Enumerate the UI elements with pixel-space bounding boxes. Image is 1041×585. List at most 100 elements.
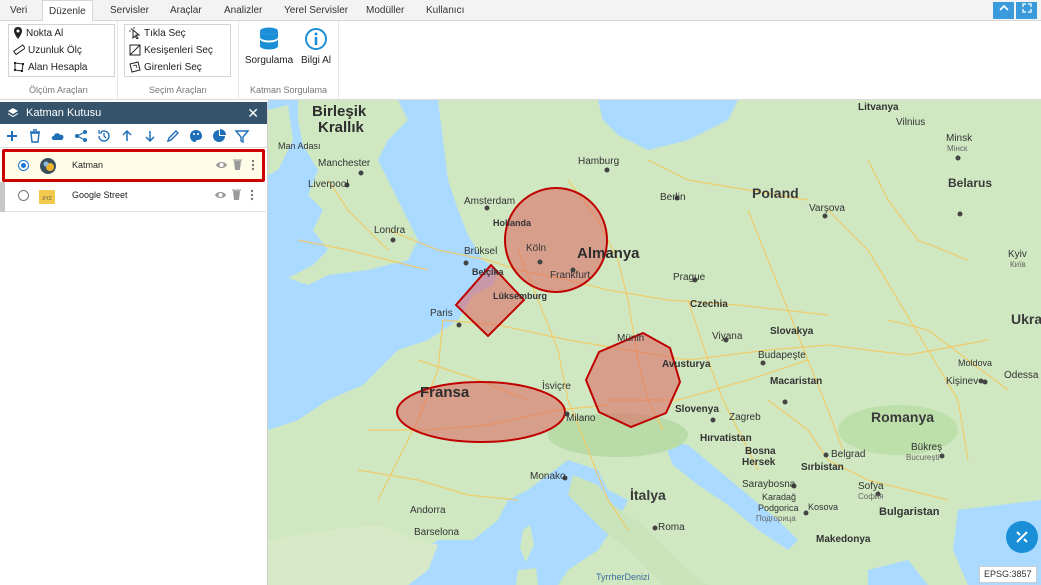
layer-name-katman: Katman: [72, 160, 104, 170]
label-krallik: Krallık: [318, 119, 364, 136]
label-belarus: Belarus: [948, 176, 993, 190]
tab-kullanici[interactable]: Kullanıcı: [420, 0, 470, 21]
filter-icon[interactable]: [234, 128, 250, 144]
xyz-tile-icon: XYZ: [39, 190, 55, 204]
label-andorra: Andorra: [410, 505, 446, 516]
sardinia-land: [516, 568, 538, 585]
layer-radio-katman[interactable]: [18, 160, 29, 171]
measure-tools-box: Nokta Al Uzunluk Ölç Alan Hesapla: [8, 24, 115, 77]
menu-bar: Veri Düzenle Servisler Araçlar Analizler…: [0, 0, 1041, 22]
tab-araclar[interactable]: Araçlar: [164, 0, 208, 21]
info-icon: [305, 28, 327, 50]
within-select-label: Girenleri Seç: [144, 62, 202, 73]
trash-icon[interactable]: [231, 188, 242, 201]
layer-toolbar: [0, 124, 267, 148]
tab-moduller[interactable]: Modüller: [360, 0, 410, 21]
trash-icon[interactable]: [232, 158, 243, 171]
label-roma: Roma: [658, 522, 685, 533]
label-budapeste: Budapeşte: [758, 350, 806, 361]
within-select-icon: [129, 61, 141, 73]
history-icon[interactable]: [96, 128, 112, 144]
label-munih: Münih: [617, 333, 645, 344]
label-sofia-cyrillic: София: [858, 492, 884, 501]
pie-chart-icon[interactable]: [211, 128, 227, 144]
layer-box-header: Katman Kutusu ✕: [0, 102, 267, 124]
layer-row-google-street[interactable]: XYZ Google Street: [0, 182, 266, 212]
tab-servisler[interactable]: Servisler: [104, 0, 155, 21]
label-hersek: Hersek: [742, 457, 776, 468]
layer-row-handle: [0, 182, 5, 212]
eye-icon[interactable]: [214, 189, 227, 201]
select-tools-box: Tıkla Seç Kesişenleri Seç Girenleri Seç: [124, 24, 231, 77]
label-macaristan: Macaristan: [770, 376, 823, 387]
label-viyana: Viyana: [712, 331, 743, 342]
close-icon[interactable]: ✕: [247, 102, 259, 124]
more-vertical-icon[interactable]: [250, 189, 254, 201]
label-fransa: Fransa: [420, 384, 470, 401]
label-minsk: Minsk: [946, 133, 973, 144]
intersect-select-button[interactable]: Kesişenleri Seç: [129, 43, 213, 59]
arrow-down-icon[interactable]: [142, 128, 158, 144]
area-tool-button[interactable]: Alan Hesapla: [13, 60, 87, 76]
label-varsova: Varşova: [809, 203, 845, 214]
tab-veri[interactable]: Veri: [4, 0, 33, 21]
label-prague: Prague: [673, 272, 706, 283]
label-isvicre: İsviçre: [542, 381, 571, 392]
label-koln: Köln: [526, 243, 547, 254]
query-button-label: Sorgulama: [244, 55, 294, 66]
tab-yerel-servisler[interactable]: Yerel Servisler: [278, 0, 354, 21]
click-select-button[interactable]: Tıkla Seç: [129, 26, 186, 42]
cloud-upload-icon[interactable]: [50, 128, 66, 144]
layer-name-google-street: Google Street: [72, 190, 128, 200]
tools-fab-button[interactable]: [1006, 521, 1038, 553]
add-layer-icon[interactable]: [4, 128, 20, 144]
label-hamburg: Hamburg: [578, 156, 620, 167]
point-tool-button[interactable]: Nokta Al: [13, 26, 63, 42]
corsica-land: [520, 525, 534, 562]
within-select-button[interactable]: Girenleri Seç: [129, 60, 202, 76]
label-minsk-cyrillic: Мінск: [947, 144, 968, 153]
label-zagreb: Zagreb: [729, 412, 761, 423]
select-tools-group: Tıkla Seç Kesişenleri Seç Girenleri Seç …: [118, 21, 239, 100]
label-belgrad: Belgrad: [831, 449, 866, 460]
measure-tools-label: Ölçüm Araçları: [28, 85, 88, 95]
length-tool-button[interactable]: Uzunluk Ölç: [13, 43, 82, 59]
label-luksemburg: Lüksemburg: [493, 291, 548, 301]
fullscreen-button[interactable]: [1016, 2, 1037, 19]
label-podgorica: Podgorica: [758, 503, 799, 513]
collapse-ribbon-button[interactable]: [993, 2, 1014, 19]
eye-icon[interactable]: [215, 159, 228, 171]
label-berlin: Berlin: [660, 192, 686, 203]
projection-badge: EPSG:3857: [979, 566, 1037, 583]
tab-duzenle[interactable]: Düzenle: [42, 0, 93, 22]
tab-analizler[interactable]: Analizler: [218, 0, 268, 21]
label-poland: Poland: [752, 185, 799, 201]
query-button[interactable]: Sorgulama: [243, 27, 295, 66]
layer-radio-google-street[interactable]: [18, 190, 29, 201]
label-almanya: Almanya: [577, 245, 640, 262]
label-odessa: Odessa: [1004, 370, 1039, 381]
label-kyiv-cyrillic: Київ: [1010, 260, 1026, 269]
more-vertical-icon[interactable]: [251, 159, 255, 171]
delete-layer-icon[interactable]: [27, 128, 43, 144]
palette-icon[interactable]: [188, 128, 204, 144]
ireland-land: [268, 105, 293, 175]
label-milano: Milano: [566, 413, 596, 424]
click-select-label: Tıkla Seç: [144, 28, 186, 39]
label-manchester: Manchester: [318, 158, 371, 169]
vector-layer-icon: [40, 158, 56, 174]
arrow-up-icon[interactable]: [119, 128, 135, 144]
label-ukrayna: Ukra: [1011, 311, 1041, 327]
share-icon[interactable]: [73, 128, 89, 144]
pencil-icon[interactable]: [165, 128, 181, 144]
layer-row-katman[interactable]: Katman: [2, 149, 265, 182]
label-bucuresti: București: [906, 453, 940, 462]
info-button[interactable]: Bilgi Al: [290, 27, 342, 66]
ruler-icon: [13, 44, 26, 56]
label-barselona: Barselona: [414, 527, 460, 538]
label-bukres: Bükreş: [911, 442, 943, 453]
label-bulgaristan: Bulgaristan: [879, 506, 940, 518]
map-canvas[interactable]: Birleşik Krallık Almanya Fransa Poland B…: [268, 100, 1041, 585]
label-londra: Londra: [374, 225, 406, 236]
polygon-area-icon: [14, 62, 24, 72]
